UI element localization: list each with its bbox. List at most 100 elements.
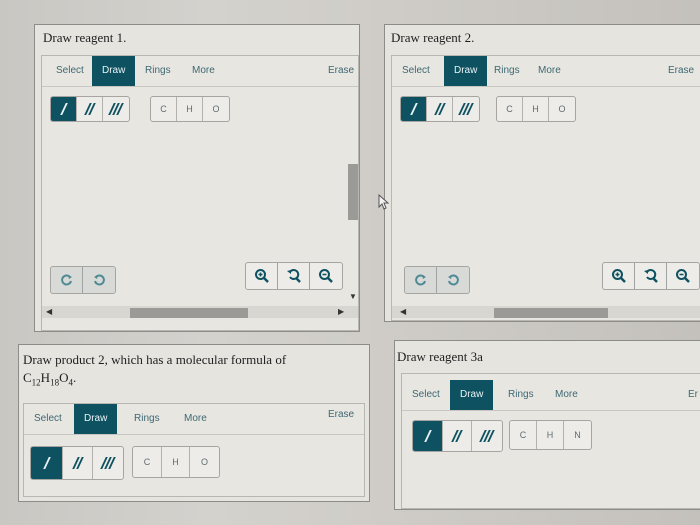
reset-zoom-button[interactable] (635, 263, 667, 289)
double-bond-icon (71, 457, 84, 469)
single-bond-button[interactable] (413, 421, 443, 451)
atom-h-button[interactable]: H (537, 421, 564, 449)
tab-draw[interactable]: Draw (444, 56, 488, 86)
double-bond-button[interactable] (63, 447, 93, 479)
triple-bond-button[interactable] (472, 421, 502, 451)
zoom-out-button[interactable] (310, 263, 342, 289)
zoom-out-button[interactable] (667, 263, 699, 289)
atom-c-button[interactable]: C (151, 97, 177, 121)
triple-bond-button[interactable] (103, 97, 129, 121)
tab-select[interactable]: Select (46, 56, 94, 86)
tab-draw[interactable]: Draw (92, 56, 136, 86)
tab-rings[interactable]: Rings (135, 56, 181, 86)
undo-button[interactable] (51, 267, 83, 293)
single-bond-button[interactable] (51, 97, 77, 121)
tab-rings[interactable]: Rings (498, 380, 544, 410)
double-bond-icon (451, 430, 463, 442)
drawing-editor[interactable]: Select Draw Rings More Erase C H O (41, 55, 359, 331)
undo-button[interactable] (405, 267, 437, 293)
zoom-in-icon (611, 269, 626, 283)
formula-subscript: 4 (68, 377, 73, 388)
reset-zoom-icon (643, 269, 658, 283)
drawing-editor[interactable]: Select Draw Rings More Er C H N (401, 373, 700, 509)
erase-button[interactable]: Erase (318, 56, 359, 86)
triple-bond-button[interactable] (453, 97, 479, 121)
tab-more[interactable]: More (174, 404, 217, 434)
panel-title: Draw reagent 1. (43, 30, 127, 45)
tab-select[interactable]: Select (402, 380, 450, 410)
bond-tools (412, 420, 503, 452)
zoom-in-icon (254, 269, 269, 283)
panel-title: Draw reagent 3a (397, 349, 483, 364)
reset-zoom-icon (286, 269, 301, 283)
horizontal-scrollbar[interactable]: ◀ ▶ (42, 306, 358, 318)
triple-bond-icon (458, 103, 474, 115)
editor-toolbar: Select Draw Rings More Erase (24, 404, 364, 435)
tab-select[interactable]: Select (24, 404, 72, 434)
vertical-scrollbar-thumb[interactable] (348, 164, 358, 220)
scroll-left-arrow[interactable]: ◀ (46, 307, 52, 316)
atom-c-button[interactable]: C (133, 447, 162, 477)
mouse-cursor-icon (378, 194, 390, 210)
tab-more[interactable]: More (182, 56, 225, 86)
double-bond-button[interactable] (443, 421, 472, 451)
tab-draw[interactable]: Draw (74, 404, 118, 434)
reagent-3a-panel: Draw reagent 3a Select Draw Rings More E… (394, 340, 700, 510)
bond-tools (30, 446, 124, 480)
zoom-in-button[interactable] (603, 263, 635, 289)
redo-icon (448, 274, 459, 286)
atom-h-button[interactable]: H (162, 447, 190, 477)
erase-button[interactable]: Er (678, 380, 700, 410)
tab-more[interactable]: More (545, 380, 588, 410)
tab-draw[interactable]: Draw (450, 380, 494, 410)
reagent-2-panel: Draw reagent 2. Select Draw Rings More E… (384, 24, 700, 322)
product-2-prompt: Draw product 2, which has a molecular fo… (23, 352, 287, 367)
atom-tools: C H O (132, 446, 220, 478)
bond-tools (400, 96, 480, 122)
reset-zoom-button[interactable] (278, 263, 310, 289)
horizontal-scrollbar[interactable]: ◀ (392, 306, 700, 318)
formula-element: C (23, 370, 32, 385)
tab-rings[interactable]: Rings (124, 404, 170, 434)
redo-button[interactable] (83, 267, 115, 293)
atom-o-button[interactable]: O (549, 97, 575, 121)
horizontal-scrollbar-thumb[interactable] (494, 308, 608, 318)
atom-o-button[interactable]: O (203, 97, 229, 121)
atom-tools: C H O (150, 96, 230, 122)
single-bond-icon (42, 457, 51, 469)
editor-toolbar: Select Draw Rings More Erase (392, 56, 700, 87)
drawing-editor[interactable]: Select Draw Rings More Erase C H O (391, 55, 700, 321)
atom-h-button[interactable]: H (523, 97, 549, 121)
tab-more[interactable]: More (528, 56, 571, 86)
triple-bond-button[interactable] (93, 447, 123, 479)
atom-n-button[interactable]: N (564, 421, 591, 449)
tab-rings[interactable]: Rings (484, 56, 530, 86)
atom-h-button[interactable]: H (177, 97, 203, 121)
erase-button[interactable]: Erase (658, 56, 700, 86)
atom-c-button[interactable]: C (510, 421, 537, 449)
triple-bond-icon (108, 103, 124, 115)
bond-tools (50, 96, 130, 122)
atom-o-button[interactable]: O (190, 447, 219, 477)
scroll-left-arrow[interactable]: ◀ (400, 307, 406, 316)
formula-subscript: 18 (50, 377, 60, 388)
undo-redo-group (404, 266, 470, 294)
single-bond-button[interactable] (401, 97, 427, 121)
tab-select[interactable]: Select (392, 56, 440, 86)
zoom-group (602, 262, 700, 290)
atom-c-button[interactable]: C (497, 97, 523, 121)
redo-button[interactable] (437, 267, 469, 293)
scroll-right-arrow[interactable]: ▶ (338, 307, 344, 316)
single-bond-icon (409, 103, 418, 115)
single-bond-button[interactable] (31, 447, 63, 479)
horizontal-scrollbar-thumb[interactable] (130, 308, 248, 318)
zoom-out-icon (319, 269, 333, 283)
erase-button[interactable]: Erase (318, 400, 364, 430)
triple-bond-icon (479, 430, 495, 442)
double-bond-button[interactable] (427, 97, 453, 121)
atom-tools: C H N (509, 420, 592, 450)
scroll-down-arrow[interactable]: ▼ (349, 292, 357, 301)
double-bond-button[interactable] (77, 97, 103, 121)
zoom-in-button[interactable] (246, 263, 278, 289)
drawing-editor[interactable]: Select Draw Rings More Erase C H O (23, 403, 365, 497)
